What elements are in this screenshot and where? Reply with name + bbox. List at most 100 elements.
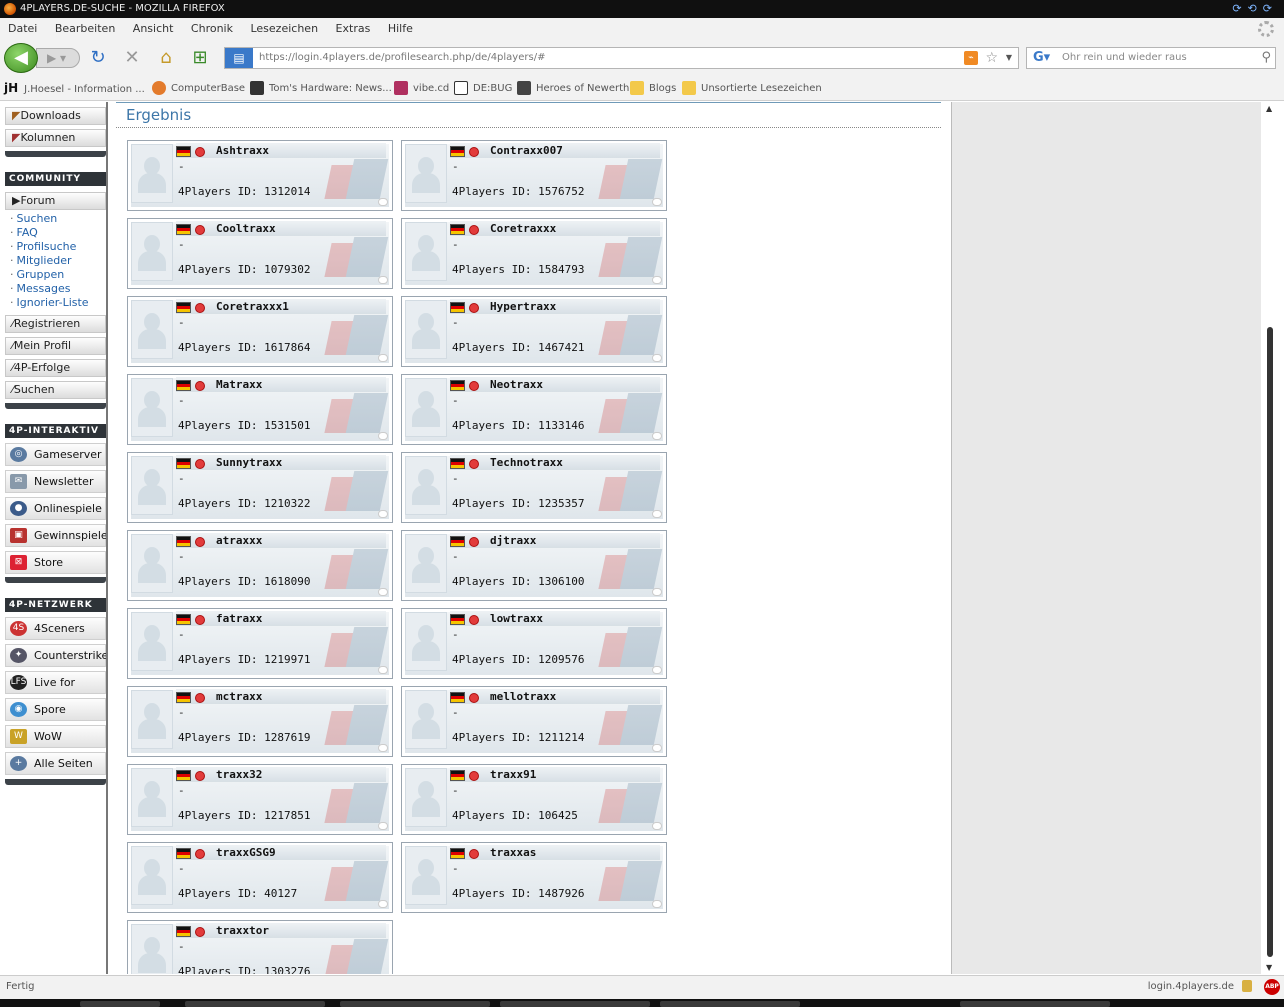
menu-chronik[interactable]: Chronik: [191, 18, 233, 40]
profile-card[interactable]: Neotraxx - 4Players ID: 1133146: [401, 374, 667, 445]
profile-card[interactable]: Matraxx - 4Players ID: 1531501: [127, 374, 393, 445]
no-pic-avatar[interactable]: [131, 300, 173, 359]
profile-card[interactable]: traxx32 - 4Players ID: 1217851: [127, 764, 393, 835]
profile-card[interactable]: Coretraxxx1 - 4Players ID: 1617864: [127, 296, 393, 367]
bookmark-debug[interactable]: DE:BUG: [454, 76, 512, 101]
taskbar-item[interactable]: [500, 1001, 650, 1007]
back-button[interactable]: ◀: [4, 43, 38, 73]
sidebar-4p-erfolge[interactable]: ⁄4P-Erfolge: [5, 359, 106, 377]
card-toggle-icon[interactable]: [652, 198, 662, 206]
forward-button[interactable]: ▶ ▾: [36, 48, 80, 68]
no-pic-avatar[interactable]: [131, 222, 173, 281]
bookmark-computerbase[interactable]: ComputerBase: [152, 76, 245, 101]
sidebar-suchen[interactable]: ⁄Suchen: [5, 381, 106, 399]
sidebar-link-gruppen[interactable]: · Gruppen: [10, 268, 64, 282]
profile-username[interactable]: lowtraxx: [490, 612, 543, 625]
page-identity-icon[interactable]: ▤: [225, 48, 253, 68]
sidebar-counterstrike[interactable]: ✦ Counterstrike: [5, 644, 106, 667]
card-toggle-icon[interactable]: [378, 354, 388, 362]
no-pic-avatar[interactable]: [405, 378, 447, 437]
sidebar-spore[interactable]: ◉ Spore: [5, 698, 106, 721]
profile-username[interactable]: traxx91: [490, 768, 536, 781]
vertical-scrollbar[interactable]: ▲ ▼: [1261, 102, 1284, 974]
no-pic-avatar[interactable]: [405, 456, 447, 515]
profile-card[interactable]: mellotraxx - 4Players ID: 1211214: [401, 686, 667, 757]
window-controls[interactable]: ⟳⟲⟳: [1232, 0, 1278, 18]
profile-username[interactable]: Hypertraxx: [490, 300, 556, 313]
bookmark-star-icon[interactable]: ☆: [985, 48, 998, 68]
profile-card[interactable]: traxxtor - 4Players ID: 1303276: [127, 920, 393, 974]
menu-extras[interactable]: Extras: [336, 18, 371, 40]
card-toggle-icon[interactable]: [378, 432, 388, 440]
profile-username[interactable]: Matraxx: [216, 378, 262, 391]
card-toggle-icon[interactable]: [378, 822, 388, 830]
profile-username[interactable]: Coretraxxx: [490, 222, 556, 235]
taskbar-item[interactable]: [660, 1001, 800, 1007]
no-pic-avatar[interactable]: [405, 300, 447, 359]
no-pic-avatar[interactable]: [405, 690, 447, 749]
card-toggle-icon[interactable]: [652, 276, 662, 284]
no-pic-avatar[interactable]: [131, 144, 173, 203]
card-toggle-icon[interactable]: [652, 822, 662, 830]
bookmark-heroes-of-newerth[interactable]: Heroes of Newerth: [517, 76, 629, 101]
taskbar-item[interactable]: [80, 1001, 160, 1007]
menu-datei[interactable]: Datei: [8, 18, 37, 40]
profile-username[interactable]: traxxGSG9: [216, 846, 276, 859]
taskbar-item[interactable]: [185, 1001, 325, 1007]
profile-username[interactable]: Ashtraxx: [216, 144, 269, 157]
profile-card[interactable]: Sunnytraxx - 4Players ID: 1210322: [127, 452, 393, 523]
card-toggle-icon[interactable]: [378, 510, 388, 518]
profile-username[interactable]: traxx32: [216, 768, 262, 781]
sidebar-gameserver[interactable]: ◎ Gameserver: [5, 443, 106, 466]
sidebar-link-suchen[interactable]: · Suchen: [10, 212, 57, 226]
card-toggle-icon[interactable]: [378, 900, 388, 908]
sidebar-store[interactable]: ⊠ Store: [5, 551, 106, 574]
lock-icon[interactable]: [1242, 980, 1252, 992]
profile-username[interactable]: Cooltraxx: [216, 222, 276, 235]
profile-card[interactable]: Contraxx007 - 4Players ID: 1576752: [401, 140, 667, 211]
sidebar-downloads[interactable]: ◤Downloads: [5, 107, 106, 125]
profile-card[interactable]: Technotraxx - 4Players ID: 1235357: [401, 452, 667, 523]
profile-card[interactable]: Coretraxxx - 4Players ID: 1584793: [401, 218, 667, 289]
google-engine-icon[interactable]: G▾: [1029, 49, 1055, 67]
new-tab-icon[interactable]: ⊞: [190, 48, 210, 68]
profile-username[interactable]: mellotraxx: [490, 690, 556, 703]
sidebar-forum[interactable]: ▶Forum: [5, 192, 106, 210]
reload-icon[interactable]: ↻: [88, 48, 108, 68]
profile-card[interactable]: traxxGSG9 - 4Players ID: 40127: [127, 842, 393, 913]
home-icon[interactable]: ⌂: [156, 48, 176, 68]
sidebar-alle-seiten[interactable]: + Alle Seiten: [5, 752, 106, 775]
search-icon[interactable]: ⚲: [1261, 48, 1271, 68]
card-toggle-icon[interactable]: [652, 900, 662, 908]
bookmark-folder-unsorted[interactable]: Unsortierte Lesezeichen: [682, 76, 822, 101]
profile-username[interactable]: mctraxx: [216, 690, 262, 703]
card-toggle-icon[interactable]: [378, 588, 388, 596]
taskbar-item[interactable]: [340, 1001, 490, 1007]
adblock-icon[interactable]: ABP: [1264, 979, 1280, 995]
url-bar[interactable]: ▤ https://login.4players.de/profilesearc…: [224, 47, 1019, 69]
card-toggle-icon[interactable]: [378, 198, 388, 206]
search-placeholder[interactable]: Ohr rein und wieder raus: [1062, 48, 1187, 68]
profile-username[interactable]: Neotraxx: [490, 378, 543, 391]
menu-ansicht[interactable]: Ansicht: [133, 18, 174, 40]
scroll-down-icon[interactable]: ▼: [1266, 963, 1272, 972]
sidebar-kolumnen[interactable]: ◤Kolumnen: [5, 129, 106, 147]
status-domain[interactable]: login.4players.de: [1148, 976, 1234, 998]
profile-username[interactable]: djtraxx: [490, 534, 536, 547]
card-toggle-icon[interactable]: [652, 744, 662, 752]
card-toggle-icon[interactable]: [652, 354, 662, 362]
no-pic-avatar[interactable]: [131, 456, 173, 515]
no-pic-avatar[interactable]: [405, 222, 447, 281]
bookmark-toms-hardware[interactable]: Tom's Hardware: News...: [250, 76, 392, 101]
bookmark-vibe[interactable]: vibe.cd: [394, 76, 449, 101]
profile-username[interactable]: traxxas: [490, 846, 536, 859]
stop-icon[interactable]: ✕: [122, 48, 142, 68]
menu-lesezeichen[interactable]: Lesezeichen: [250, 18, 318, 40]
sidebar-gewinnspiele[interactable]: ▣ Gewinnspiele: [5, 524, 106, 547]
sidebar-wow[interactable]: W WoW: [5, 725, 106, 748]
card-toggle-icon[interactable]: [378, 276, 388, 284]
profile-card[interactable]: Ashtraxx - 4Players ID: 1312014: [127, 140, 393, 211]
card-toggle-icon[interactable]: [378, 666, 388, 674]
profile-username[interactable]: Technotraxx: [490, 456, 563, 469]
sidebar-link-ignorier-liste[interactable]: · Ignorier-Liste: [10, 296, 89, 310]
